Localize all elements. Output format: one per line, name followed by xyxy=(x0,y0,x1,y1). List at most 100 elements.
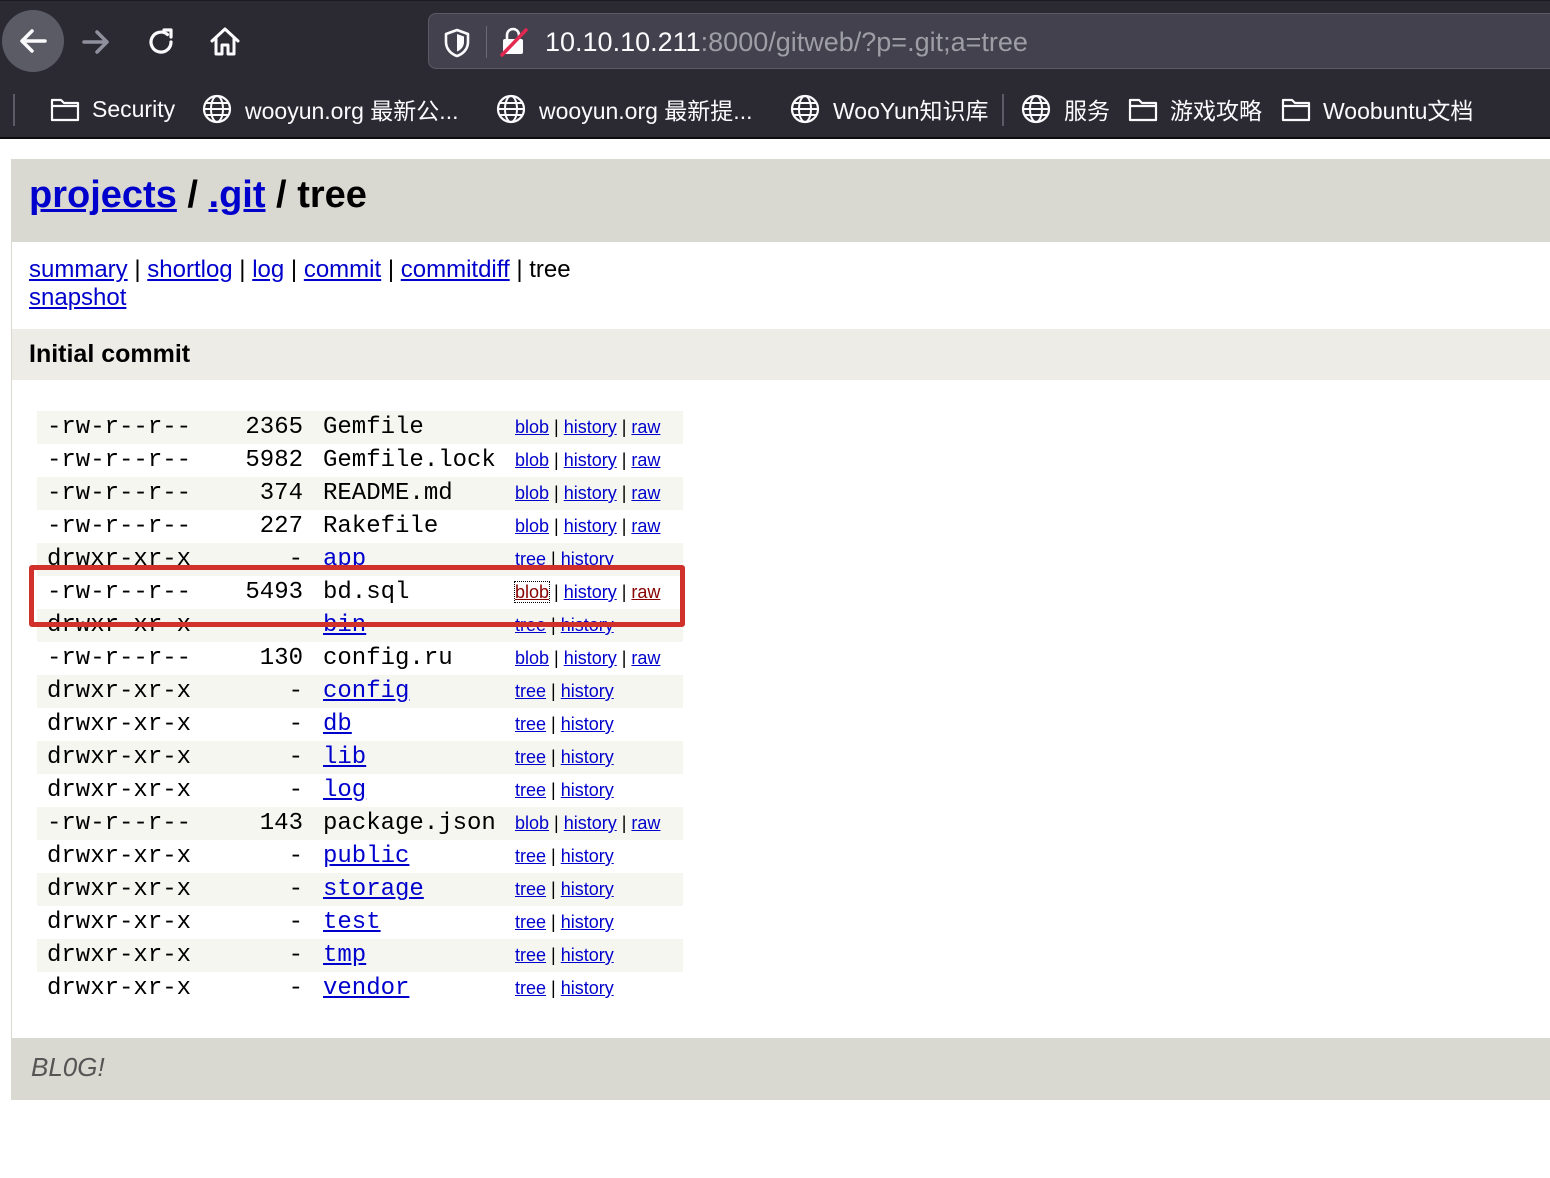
raw-link[interactable]: raw xyxy=(631,450,660,470)
tree-link[interactable]: tree xyxy=(515,912,546,932)
row-links: tree | history xyxy=(515,741,683,774)
blob-link[interactable]: blob xyxy=(515,417,549,437)
history-link[interactable]: history xyxy=(561,945,614,965)
nav-snapshot[interactable]: snapshot xyxy=(29,284,126,311)
file-name-cell[interactable]: Gemfile xyxy=(323,411,515,444)
dir-link[interactable]: db xyxy=(323,711,352,738)
blob-link[interactable]: blob xyxy=(515,450,549,470)
raw-link[interactable]: raw xyxy=(631,417,660,437)
tree-row: drwxr-xr-x - tmp tree | history xyxy=(37,939,683,972)
link-pipe: | xyxy=(616,483,632,503)
forward-button[interactable] xyxy=(66,12,126,72)
tree-link[interactable]: tree xyxy=(515,714,546,734)
dir-link[interactable]: public xyxy=(323,843,409,870)
insecure-lock-icon[interactable] xyxy=(499,27,529,57)
file-name[interactable]: Gemfile xyxy=(323,414,424,441)
file-name[interactable]: Gemfile.lock xyxy=(323,447,496,474)
dir-link[interactable]: tmp xyxy=(323,942,366,969)
file-name-cell: test xyxy=(323,906,515,939)
raw-link[interactable]: raw xyxy=(631,813,660,833)
bookmark-wooyun-knowledge[interactable]: WooYun知识库 xyxy=(789,90,989,128)
dir-link[interactable]: storage xyxy=(323,876,424,903)
link-pipe: | xyxy=(616,417,632,437)
history-link[interactable]: history xyxy=(564,483,617,503)
dir-link[interactable]: lib xyxy=(323,744,366,771)
history-link[interactable]: history xyxy=(561,912,614,932)
bookmark-label: Security xyxy=(92,95,176,122)
file-name-cell[interactable]: package.json xyxy=(323,807,515,840)
nav-commitdiff[interactable]: commitdiff xyxy=(401,256,510,283)
file-size: - xyxy=(288,843,303,870)
history-link[interactable]: history xyxy=(561,879,614,899)
history-link[interactable]: history xyxy=(564,450,617,470)
history-link[interactable]: history xyxy=(561,747,614,767)
tree-row: -rw-r--r-- 227 Rakefile blob | history | ra… xyxy=(37,510,683,543)
tree-link[interactable]: tree xyxy=(515,978,546,998)
raw-link[interactable]: raw xyxy=(631,483,660,503)
tree-link[interactable]: tree xyxy=(515,879,546,899)
dir-link[interactable]: log xyxy=(323,777,366,804)
reload-button[interactable] xyxy=(131,12,191,72)
tree-link[interactable]: tree xyxy=(515,747,546,767)
file-name[interactable]: README.md xyxy=(323,480,453,507)
history-link[interactable]: history xyxy=(564,516,617,536)
commit-title[interactable]: Initial commit xyxy=(29,340,190,369)
file-size: - xyxy=(288,678,303,705)
file-name[interactable]: config.ru xyxy=(323,645,453,672)
nav-log[interactable]: log xyxy=(252,256,284,283)
file-name-cell[interactable]: Gemfile.lock xyxy=(323,444,515,477)
bookmark-security[interactable]: Security xyxy=(50,90,175,128)
blob-link[interactable]: blob xyxy=(515,813,549,833)
history-link[interactable]: history xyxy=(561,978,614,998)
dir-link[interactable]: vendor xyxy=(323,975,409,1002)
nav-pipe: | xyxy=(284,256,304,283)
back-button[interactable] xyxy=(2,10,64,72)
link-pipe: | xyxy=(546,978,561,998)
raw-link[interactable]: raw xyxy=(631,516,660,536)
nav-shortlog[interactable]: shortlog xyxy=(147,256,232,283)
blob-link[interactable]: blob xyxy=(515,483,549,503)
projects-link[interactable]: projects xyxy=(29,174,177,216)
file-name-cell[interactable]: Rakefile xyxy=(323,510,515,543)
nav-commit[interactable]: commit xyxy=(304,256,381,283)
bookmark-wooyun-latest-submit[interactable]: wooyun.org 最新提... xyxy=(495,90,752,128)
bookmark-wooyun-latest-public[interactable]: wooyun.org 最新公... xyxy=(201,90,458,128)
tree-link[interactable]: tree xyxy=(515,780,546,800)
tree-row: -rw-r--r-- 2365 Gemfile blob | history | ra… xyxy=(37,411,683,444)
file-name-cell[interactable]: README.md xyxy=(323,477,515,510)
history-link[interactable]: history xyxy=(564,813,617,833)
dir-link[interactable]: config xyxy=(323,678,409,705)
shield-icon[interactable] xyxy=(443,28,471,58)
tree-body: -rw-r--r-- 2365 Gemfile blob | history | ra… xyxy=(37,411,683,1005)
file-name-cell[interactable]: config.ru xyxy=(323,642,515,675)
blob-link[interactable]: blob xyxy=(515,648,549,668)
file-mode: drwxr-xr-x xyxy=(47,942,192,969)
raw-link[interactable]: raw xyxy=(631,648,660,668)
bookmark-game-guides[interactable]: 游戏攻略 xyxy=(1128,90,1262,128)
file-name[interactable]: Rakefile xyxy=(323,513,438,540)
tree-link[interactable]: tree xyxy=(515,681,546,701)
repo-link[interactable]: .git xyxy=(209,174,266,216)
bookmark-services[interactable]: 服务 xyxy=(1020,90,1110,128)
history-link[interactable]: history xyxy=(561,681,614,701)
back-arrow-icon xyxy=(20,29,47,53)
url-text[interactable]: 10.10.10.211:8000/gitweb/?p=.git;a=tree xyxy=(545,25,1028,59)
bookmark-woobuntu-docs[interactable]: Woobuntu文档 xyxy=(1281,90,1473,128)
tree-row: drwxr-xr-x - storage tree | history xyxy=(37,873,683,906)
blob-link[interactable]: blob xyxy=(515,516,549,536)
tree-link[interactable]: tree xyxy=(515,846,546,866)
tree-link[interactable]: tree xyxy=(515,945,546,965)
nav-summary[interactable]: summary xyxy=(29,256,128,283)
history-link[interactable]: history xyxy=(561,780,614,800)
history-link[interactable]: history xyxy=(564,417,617,437)
commit-title-bar[interactable]: Initial commit xyxy=(12,329,1550,380)
history-link[interactable]: history xyxy=(561,714,614,734)
home-button[interactable] xyxy=(195,12,255,72)
dir-link[interactable]: test xyxy=(323,909,381,936)
link-pipe: | xyxy=(549,813,564,833)
file-name[interactable]: package.json xyxy=(323,810,496,837)
address-bar[interactable]: 10.10.10.211:8000/gitweb/?p=.git;a=tree xyxy=(428,13,1550,69)
tree-row: drwxr-xr-x - public tree | history xyxy=(37,840,683,873)
history-link[interactable]: history xyxy=(564,648,617,668)
history-link[interactable]: history xyxy=(561,846,614,866)
